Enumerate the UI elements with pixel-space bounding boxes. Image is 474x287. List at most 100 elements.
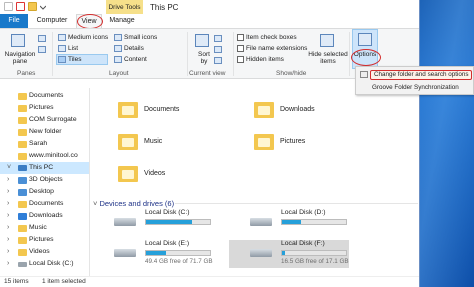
layout-medium-icons[interactable]: Medium icons	[58, 34, 108, 41]
drive-icon	[114, 249, 136, 257]
properties-icon[interactable]	[4, 2, 13, 11]
menu-item-groove-sync[interactable]: Groove Folder Synchronization	[372, 84, 459, 91]
layout-group-label: Layout	[109, 70, 129, 77]
drive-usage-fill	[146, 220, 193, 224]
folder-options-icon	[360, 71, 368, 78]
nav-item-pictures[interactable]: Pictures	[0, 102, 89, 114]
devices-section-header[interactable]: ˅ Devices and drives (6)	[93, 199, 174, 208]
drive-usage-bar	[281, 250, 347, 256]
size-columns-button[interactable]	[214, 57, 222, 64]
menu-item-change-folder-options[interactable]: Change folder and search options	[370, 70, 472, 80]
drive-usage-fill	[282, 220, 302, 224]
navigation-pane-icon[interactable]	[11, 34, 25, 47]
preview-pane-button[interactable]	[38, 35, 46, 42]
drive-icon	[18, 262, 27, 267]
file-name-extensions-checkbox[interactable]	[237, 45, 244, 52]
nav-item-desktop[interactable]: › Desktop	[0, 186, 89, 198]
drive-icon	[250, 218, 272, 226]
options-highlight	[351, 49, 381, 66]
documents-folder-icon	[118, 102, 138, 118]
hidden-items-toggle[interactable]: Hidden items	[237, 56, 284, 63]
tiles-icon	[58, 56, 66, 63]
collapse-arrow-icon[interactable]: ›	[7, 198, 9, 210]
folder-documents[interactable]: Documents	[91, 97, 231, 125]
content-area: Documents Downloads Music Pictures Video…	[91, 88, 419, 276]
folder-music[interactable]: Music	[91, 129, 231, 157]
nav-item-videos[interactable]: › Videos	[0, 246, 89, 258]
collapse-arrow-icon[interactable]: ›	[7, 258, 9, 270]
group-by-button[interactable]	[214, 35, 222, 42]
folder-downloads[interactable]: Downloads	[227, 97, 367, 125]
new-folder-icon[interactable]	[28, 2, 37, 11]
separator	[52, 32, 53, 76]
view-tab-highlight	[77, 14, 103, 29]
file-explorer-window: Drive Tools This PC File Computer View M…	[0, 0, 420, 287]
preview-pane-icon	[38, 35, 46, 42]
expand-arrow-icon[interactable]: ˅	[7, 162, 11, 174]
devices-header-label: Devices and drives (6)	[99, 199, 175, 208]
sort-by-button[interactable]: Sort by	[194, 51, 214, 65]
nav-item-com-surrogate[interactable]: COM Surrogate	[0, 114, 89, 126]
tab-computer[interactable]: Computer	[28, 14, 76, 28]
hidden-items-checkbox[interactable]	[237, 56, 244, 63]
hide-selected-items-icon[interactable]	[320, 34, 334, 47]
drive-icon	[114, 218, 136, 226]
nav-item-this-pc[interactable]: ˅ This PC	[0, 162, 89, 174]
drive-f[interactable]: Local Disk (F:) 16.5 GB free of 17.1 GB	[229, 240, 349, 268]
layout-tiles[interactable]: Tiles	[58, 56, 81, 63]
file-name-extensions-toggle[interactable]: File name extensions	[237, 45, 307, 52]
nav-item-sarah[interactable]: Sarah	[0, 138, 89, 150]
drive-d[interactable]: Local Disk (D:)	[229, 209, 349, 237]
qat-dropdown-icon[interactable]	[39, 2, 47, 11]
documents-icon	[18, 201, 27, 208]
nav-item-documents-pc[interactable]: › Documents	[0, 198, 89, 210]
nav-item-new-folder[interactable]: New folder	[0, 126, 89, 138]
details-pane-button[interactable]	[38, 46, 46, 53]
nav-item-music[interactable]: › Music	[0, 222, 89, 234]
nav-item-minitool[interactable]: www.minitool.co	[0, 150, 89, 162]
drive-e[interactable]: Local Disk (E:) 49.4 GB free of 71.7 GB	[93, 240, 213, 268]
downloads-icon	[18, 213, 27, 220]
tab-file[interactable]: File	[0, 14, 28, 28]
layout-details[interactable]: Details	[114, 45, 144, 52]
item-check-boxes-checkbox[interactable]	[237, 34, 244, 41]
collapse-arrow-icon[interactable]: ›	[7, 210, 9, 222]
nav-item-downloads[interactable]: › Downloads	[0, 210, 89, 222]
current-view-group-label: Current view	[189, 70, 226, 77]
folder-pictures[interactable]: Pictures	[227, 129, 367, 157]
details-icon	[114, 45, 122, 52]
collapse-arrow-icon[interactable]: ›	[7, 174, 9, 186]
drive-c[interactable]: Local Disk (C:)	[93, 209, 213, 237]
videos-icon	[18, 249, 27, 256]
nav-item-pictures-pc[interactable]: › Pictures	[0, 234, 89, 246]
nav-item-local-disk-c[interactable]: › Local Disk (C:)	[0, 258, 89, 270]
pictures-icon	[18, 237, 27, 244]
details-pane-icon	[38, 46, 46, 53]
folder-icon	[18, 117, 27, 124]
content-icon	[114, 56, 122, 63]
collapse-arrow-icon[interactable]: ›	[7, 222, 9, 234]
collapse-arrow-icon[interactable]: ›	[7, 246, 9, 258]
pictures-icon	[18, 105, 27, 112]
tab-manage[interactable]: Manage	[102, 14, 142, 28]
sort-by-icon[interactable]	[195, 34, 209, 47]
window-title: This PC	[150, 3, 179, 12]
navigation-pane-button[interactable]: Navigation pane	[4, 51, 36, 65]
documents-icon	[18, 93, 27, 100]
pictures-folder-icon	[254, 134, 274, 150]
add-columns-button[interactable]	[214, 46, 222, 53]
folder-videos[interactable]: Videos	[91, 161, 231, 189]
collapse-arrow-icon[interactable]: ›	[7, 186, 9, 198]
size-columns-icon	[214, 57, 222, 64]
layout-list[interactable]: List	[58, 45, 78, 52]
layout-small-icons[interactable]: Small icons	[114, 34, 157, 41]
nav-item-3d-objects[interactable]: › 3D Objects	[0, 174, 89, 186]
hide-selected-items-button[interactable]: Hide selected items	[308, 51, 348, 65]
nav-item-documents[interactable]: Documents	[0, 90, 89, 102]
folder-icon	[18, 141, 27, 148]
item-check-boxes-toggle[interactable]: Item check boxes	[237, 34, 297, 41]
layout-content[interactable]: Content	[114, 56, 147, 63]
drive-usage-bar	[145, 219, 211, 225]
checkmark-icon[interactable]	[16, 2, 25, 11]
collapse-arrow-icon[interactable]: ›	[7, 234, 9, 246]
